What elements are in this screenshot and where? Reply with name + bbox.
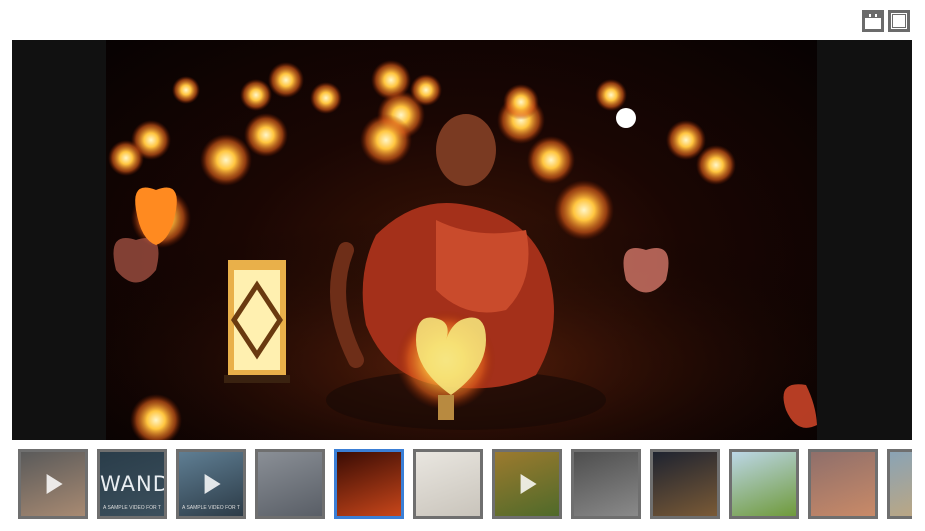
thumb-monk-lanterns[interactable] xyxy=(334,449,404,519)
thumb-video-1[interactable] xyxy=(18,449,88,519)
main-photo-monk-lanterns xyxy=(106,40,817,440)
thumb-video-3[interactable]: A SAMPLE VIDEO FOR THE GALLERY PLUGIN xyxy=(176,449,246,519)
thumb-partial[interactable] xyxy=(887,449,912,519)
fullscreen-icon xyxy=(892,14,906,28)
thumb-tiger-video[interactable] xyxy=(492,449,562,519)
play-icon xyxy=(204,474,221,494)
main-image-stage[interactable] xyxy=(12,40,912,440)
thumb-caption: A SAMPLE VIDEO FOR THE GALLERY PLUGIN xyxy=(182,505,240,511)
photo-illustration xyxy=(106,60,817,440)
fullscreen-button[interactable] xyxy=(888,10,910,32)
filmstrip-toggle-button[interactable] xyxy=(862,10,884,32)
thumb-caption: A SAMPLE VIDEO FOR THE GALLERY PLUGIN xyxy=(103,505,161,511)
gallery-controls xyxy=(862,10,910,32)
play-icon xyxy=(46,474,63,494)
filmstrip-icon xyxy=(865,13,881,18)
thumb-fireworks[interactable] xyxy=(650,449,720,519)
thumb-puppies[interactable] xyxy=(413,449,483,519)
thumb-bridge-sunset[interactable] xyxy=(808,449,878,519)
thumb-wand-video[interactable]: WAND A SAMPLE VIDEO FOR THE GALLERY PLUGI… xyxy=(97,449,167,519)
thumb-big-ben[interactable] xyxy=(255,449,325,519)
thumb-field[interactable] xyxy=(729,449,799,519)
thumbnail-filmstrip[interactable]: WAND A SAMPLE VIDEO FOR THE GALLERY PLUGI… xyxy=(18,449,912,521)
thumb-city-bw[interactable] xyxy=(571,449,641,519)
thumb-title-text: WAND xyxy=(100,472,167,496)
play-icon xyxy=(520,474,537,494)
